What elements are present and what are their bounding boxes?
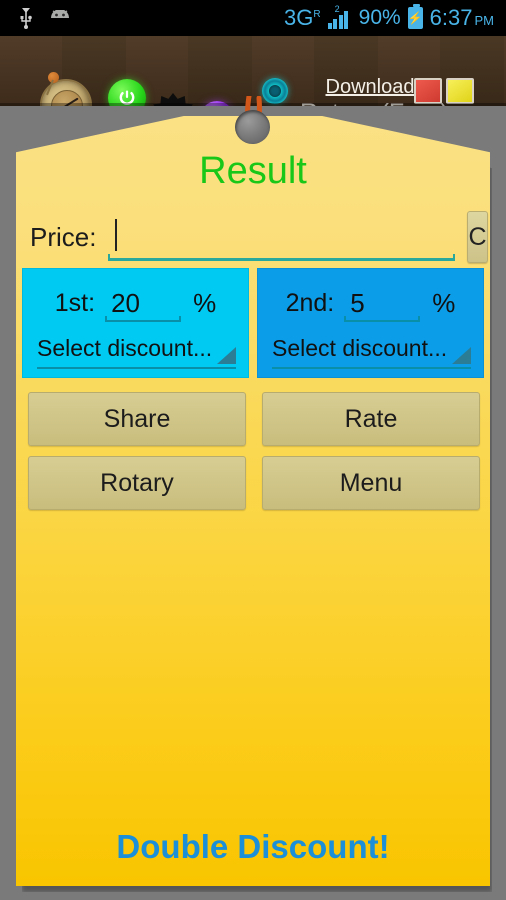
discount-first-underline — [105, 316, 182, 322]
roaming-superscript: R — [313, 9, 321, 20]
price-input[interactable] — [108, 214, 456, 260]
tag-hole — [235, 110, 270, 144]
footer-title: Double Discount! — [116, 828, 390, 865]
app-screen: 3GR 2 90% ⚡ 6:37 PM Download Result Pric… — [0, 0, 506, 900]
status-bar-right: 3GR 2 90% ⚡ 6:37 PM — [284, 4, 506, 31]
charging-bolt-glyph: ⚡ — [407, 11, 423, 25]
discount-box-first[interactable]: 1st: % Select discount... — [22, 268, 249, 378]
discount-second-spinner[interactable]: Select discount... — [272, 329, 471, 369]
network-type-indicator: 3GR — [284, 7, 321, 29]
discount-second-input[interactable] — [344, 283, 421, 323]
price-row: Price: C — [30, 211, 488, 263]
purple-power-button-icon — [200, 101, 234, 106]
menu-button[interactable]: Menu — [262, 456, 480, 510]
discount-first-spinner[interactable]: Select discount... — [37, 329, 236, 369]
discount-second-percent-symbol: % — [432, 287, 456, 318]
usb-icon — [18, 7, 34, 29]
discount-first-spinner-label: Select discount... — [37, 334, 213, 361]
discount-second-value-row: 2nd: % — [258, 279, 483, 327]
discount-first-input[interactable] — [105, 283, 182, 323]
page-title: Result — [199, 150, 307, 192]
network-type-label: 3G — [284, 5, 314, 30]
tile-yellow — [446, 78, 474, 104]
price-input-underline — [108, 254, 456, 261]
signal-strength-icon: 2 — [327, 4, 352, 29]
chevron-down-icon — [452, 347, 471, 364]
rotary-button[interactable]: Rotary — [28, 456, 246, 510]
discount-first-ordinal: 1st: — [54, 288, 96, 317]
clock-time: 6:37 — [429, 5, 473, 30]
signal-bars — [327, 11, 349, 29]
black-star-eyes-icon — [152, 93, 194, 106]
price-input-wrap[interactable] — [108, 213, 456, 261]
green-power-button-icon — [108, 79, 146, 106]
chevron-down-icon — [217, 347, 236, 364]
status-bar: 3GR 2 90% ⚡ 6:37 PM — [0, 0, 506, 36]
discount-box-second[interactable]: 2nd: % Select discount... — [257, 268, 484, 378]
share-button[interactable]: Share — [28, 392, 246, 446]
discount-row: 1st: % Select discount... 2nd: % — [22, 268, 484, 378]
battery-charging-icon: ⚡ — [407, 4, 423, 29]
text-caret — [115, 219, 118, 251]
discount-first-value-row: 1st: % — [23, 279, 248, 327]
discount-second-underline — [344, 316, 421, 322]
discount-first-percent-symbol: % — [193, 287, 217, 318]
android-robot-icon — [48, 10, 72, 26]
price-label: Price: — [30, 221, 97, 252]
rate-button[interactable]: Rate — [262, 392, 480, 446]
clock: 6:37 PM — [430, 5, 494, 31]
discount-second-ordinal: 2nd: — [285, 288, 335, 317]
status-bar-left — [0, 7, 72, 29]
discount-second-spinner-label: Select discount... — [272, 334, 448, 361]
battery-percent-label: 90% — [358, 6, 401, 29]
clock-ampm: PM — [474, 13, 495, 28]
tile-red — [414, 78, 442, 104]
action-button-grid: Share Rate Rotary Menu — [28, 392, 480, 510]
clear-button[interactable]: C — [467, 211, 488, 263]
color-tiles-grid — [414, 78, 476, 106]
discount-first-input-wrap[interactable] — [105, 282, 182, 324]
discount-second-input-wrap[interactable] — [344, 282, 421, 324]
